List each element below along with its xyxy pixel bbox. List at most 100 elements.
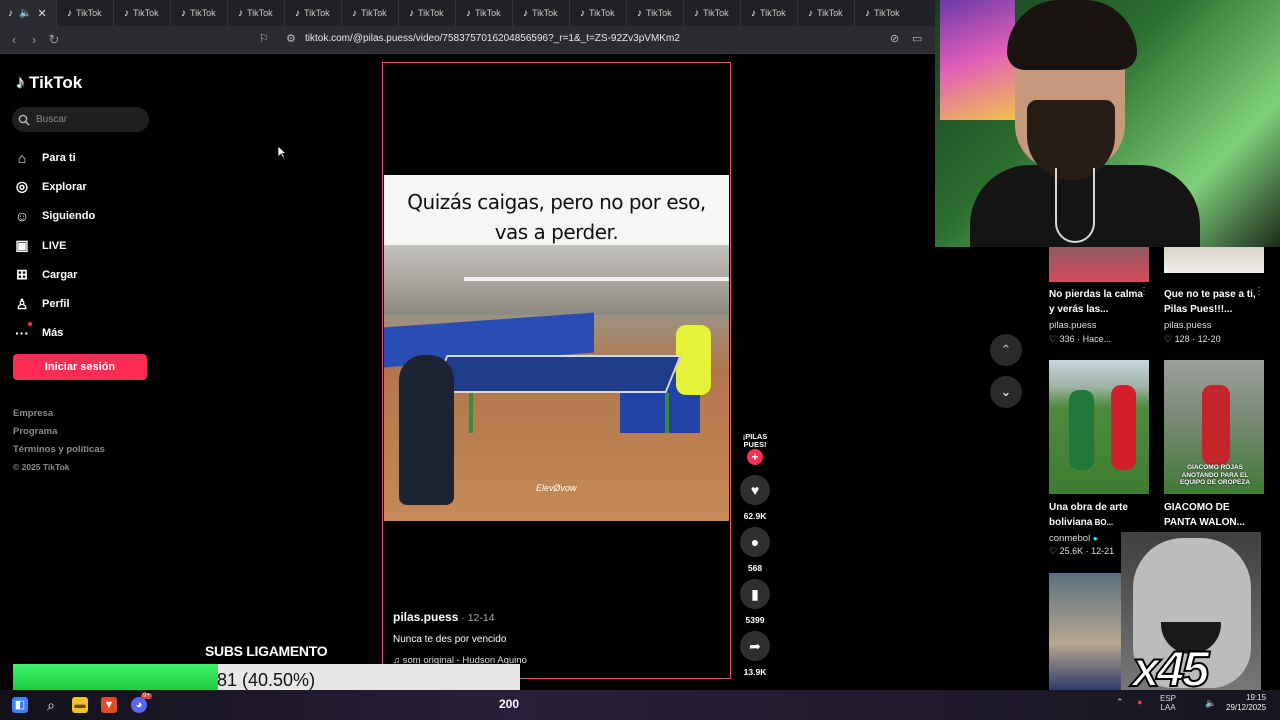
search-input[interactable]: Buscar [12, 107, 149, 132]
browser-tab[interactable]: ♪ TikTok [398, 0, 455, 26]
tiktok-favicon-icon: ♪ [637, 7, 642, 19]
related-likes-1: 336 [1059, 334, 1075, 344]
related-title-1[interactable]: No pierdas la calma y verás las... [1049, 287, 1149, 317]
file-explorer-icon[interactable]: ▬ [72, 697, 88, 713]
anime-poster [940, 0, 1015, 120]
video-author[interactable]: pilas.puess · 12-14 [393, 610, 495, 624]
related-title-4[interactable]: GIACOMO DE PANTA WALON... [1164, 500, 1264, 530]
related-more-icon-1[interactable]: ⋮ [1139, 286, 1149, 297]
related-author-2[interactable]: pilas.puess [1164, 320, 1212, 331]
related-thumb-2[interactable] [1164, 247, 1264, 273]
related-thumb-1[interactable] [1049, 247, 1149, 282]
related-title-2[interactable]: Que no te pase a ti, Pilas Pues!!!... [1164, 287, 1264, 317]
following-icon: ☺ [14, 208, 30, 225]
speaker-icon[interactable]: 🔈 [19, 8, 31, 19]
address-bar: ‹ › ↻ ⚐ ⚙ tiktok.com/@pilas.puess/video/… [0, 26, 935, 54]
compass-icon: ◎ [15, 178, 29, 195]
video-watermark: ElevØvow [536, 483, 577, 493]
author-name[interactable]: pilas.puess [393, 610, 458, 624]
browser-tab[interactable]: ♪ TikTok [854, 0, 911, 26]
previous-video-button[interactable]: ⌃ [990, 334, 1022, 366]
related-author-1[interactable]: pilas.puess [1049, 320, 1097, 331]
bookmark-icon[interactable]: ⚐ [259, 32, 269, 45]
footer-link-terminos[interactable]: Términos y políticas [13, 444, 105, 462]
browser-tab[interactable]: ♪ TikTok [341, 0, 398, 26]
sidebar-item-para-ti[interactable]: ⌂ Para ti [14, 143, 95, 172]
save-button[interactable]: ▮ [740, 579, 770, 609]
reload-icon[interactable]: ↻ [44, 32, 64, 48]
related-more-icon-2[interactable]: ⋮ [1254, 286, 1264, 297]
browser-tab[interactable]: ♪ TikTok [512, 0, 569, 26]
browser-tab[interactable]: ♪ TikTok [683, 0, 740, 26]
related-likes-3: 25.6K [1059, 546, 1084, 556]
browser-tab[interactable]: ♪ TikTok [113, 0, 170, 26]
like-button[interactable]: ♥ [740, 475, 770, 505]
thumb-caption: GIACOMO ROJAS ANOTANDO PARA EL EQUIPO DE… [1179, 464, 1251, 486]
verified-icon: ● [1092, 534, 1098, 543]
outlook-icon[interactable]: ◧ [12, 697, 28, 713]
site-settings-icon[interactable]: ⚙ [286, 32, 296, 45]
tiktok-logo[interactable]: ♪ TikTok [16, 72, 82, 93]
sidebar-item-mas[interactable]: ··· Más [14, 319, 95, 348]
active-tab[interactable]: ♪ 🔈 ✕ [0, 0, 56, 26]
tiktok-favicon-icon: ♪ [181, 7, 186, 19]
live-icon: ▣ [15, 237, 29, 254]
related-time-2: 12-20 [1197, 334, 1221, 344]
login-button[interactable]: Iniciar sesión [13, 354, 147, 380]
discord-icon[interactable]: ◕ [131, 697, 147, 713]
streamer-chain [1055, 168, 1095, 243]
footer-link-programa[interactable]: Programa [13, 426, 105, 444]
ping-pong-table [431, 355, 682, 393]
related-thumb-3[interactable] [1049, 360, 1149, 494]
chevron-down-icon: ⌄ [1000, 384, 1012, 399]
subs-goal-title: SUBS LIGAMENTO [205, 643, 328, 659]
related-title-3[interactable]: Una obra de arte boliviana BO... [1049, 500, 1149, 530]
sidebar-item-live[interactable]: ▣ LIVE [14, 231, 95, 260]
browser-tab[interactable]: ♪ TikTok [284, 0, 341, 26]
tiktok-favicon-icon: ♪ [67, 7, 72, 19]
bookmark-icon: ▮ [751, 585, 759, 602]
tiktok-favicon-icon: ♪ [694, 7, 699, 19]
comment-button[interactable]: ● [740, 527, 770, 557]
sidebar-item-cargar[interactable]: ⊞ Cargar [14, 260, 95, 289]
brave-icon[interactable]: ▼ [101, 697, 117, 713]
tray-record-icon[interactable]: ● [1137, 697, 1142, 707]
no-track-icon[interactable]: ⊘ [890, 32, 899, 45]
browser-tab[interactable]: ♪ TikTok [170, 0, 227, 26]
share-button[interactable]: ➦ [740, 631, 770, 661]
browser-tab[interactable]: ♪ TikTok [56, 0, 113, 26]
browser-tab[interactable]: ♪ TikTok [797, 0, 854, 26]
taskbar-clock[interactable]: 19:15 29/12/2025 [1226, 693, 1266, 713]
tiktok-note-icon: ♪ [16, 72, 25, 92]
language-indicator[interactable]: ESP LAA [1160, 694, 1176, 712]
railing [464, 277, 729, 281]
browser-tab[interactable]: ♪ TikTok [227, 0, 284, 26]
volume-icon[interactable]: 🔈 [1205, 698, 1216, 709]
related-time-3: 12-21 [1091, 546, 1115, 556]
browser-tab[interactable]: ♪ TikTok [626, 0, 683, 26]
browser-tab[interactable]: ♪ TikTok [455, 0, 512, 26]
related-thumb-4[interactable]: GIACOMO ROJAS ANOTANDO PARA EL EQUIPO DE… [1164, 360, 1264, 494]
sidebar-item-explorar[interactable]: ◎ Explorar [14, 172, 95, 201]
sidebar-item-siguiendo[interactable]: ☺ Siguiendo [14, 202, 95, 231]
tab-label: TikTok [133, 8, 159, 18]
taskbar-search-icon[interactable]: ⌕ [43, 697, 59, 713]
follow-plus-button[interactable]: + [747, 449, 763, 465]
tab-close-icon[interactable]: ✕ [37, 7, 46, 20]
back-icon[interactable]: ‹ [4, 32, 24, 47]
video-player[interactable]: Quizás caigas, pero no por eso, vas a pe… [382, 62, 731, 679]
tray-chevron-icon[interactable]: ⌃ [1116, 697, 1124, 708]
footer-link-empresa[interactable]: Empresa [13, 408, 105, 426]
sidebar-item-perfil[interactable]: ♙ Perfil [14, 289, 95, 318]
sidebar-item-label: Para ti [42, 151, 76, 164]
browser-tab[interactable]: ♪ TikTok [569, 0, 626, 26]
forward-icon[interactable]: › [24, 32, 44, 47]
browser-tab[interactable]: ♪ TikTok [740, 0, 797, 26]
next-video-button[interactable]: ⌄ [990, 376, 1022, 408]
url-field[interactable]: tiktok.com/@pilas.puess/video/7583757016… [305, 33, 680, 44]
tab-list: ♪ TikTok ♪ TikTok ♪ TikTok ♪ TikTok ♪ TikTok ♪ TikT… [56, 0, 911, 26]
like-count: 62.9K [743, 511, 767, 521]
related-author-3[interactable]: conmebol ● [1049, 533, 1098, 544]
cast-icon[interactable]: ▭ [912, 32, 922, 45]
tiktok-favicon-icon: ♪ [8, 7, 13, 19]
